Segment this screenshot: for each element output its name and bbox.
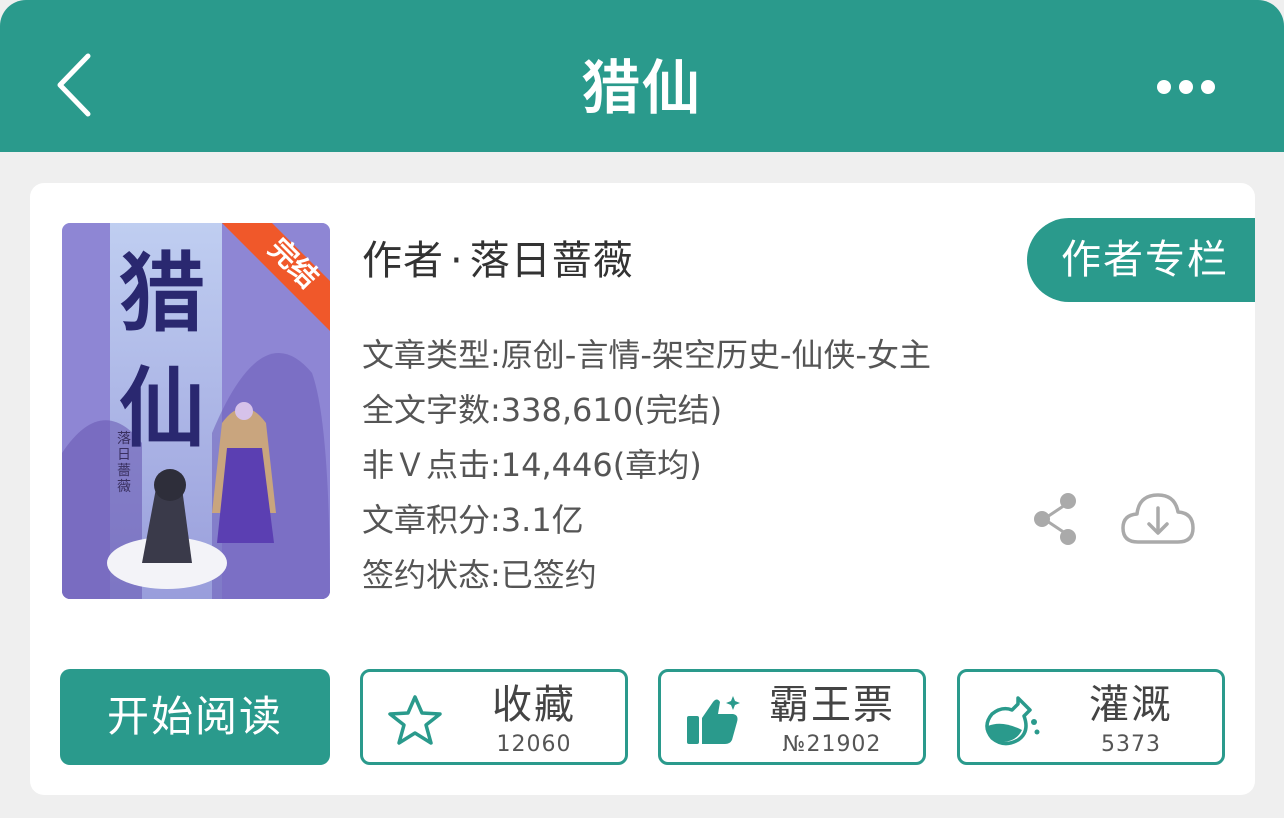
info-clicks: 非Ｖ点击:14,446(章均) [362,446,702,484]
nourish-count: 5373 [1101,732,1161,757]
author-prefix: 作者 [362,238,444,284]
thumbs-up-icon [687,696,740,744]
download-button[interactable] [1120,488,1196,548]
book-cover[interactable]: 猎仙落日薔薇完结 [62,223,330,599]
info-word-count: 全文字数:338,610(完结) [362,391,723,429]
more-dots-icon [1157,80,1215,94]
top-navbar: 猎仙 [0,0,1284,152]
cover-signature-char: 薔 [117,463,131,479]
info-genre: 文章类型:原创-言情-架空历史-仙侠-女主 [362,336,931,374]
favorite-count: 12060 [496,732,572,757]
more-button[interactable] [1152,72,1220,102]
cover-signature-char: 落 [117,431,131,447]
favorite-button[interactable]: 收藏 12060 [360,669,628,765]
favorite-label: 收藏 [492,682,576,728]
author-name[interactable]: 落日蔷薇 [470,238,634,284]
info-score: 文章积分:3.1亿 [362,501,584,539]
tyrant-ticket-button[interactable]: 霸王票 №21902 [658,669,926,765]
nourish-label: 灌溉 [1089,682,1173,728]
start-reading-button[interactable]: 开始阅读 [60,669,330,765]
page-title: 猎仙 [581,54,702,122]
tyrant-ticket-count: №21902 [782,732,882,757]
book-info-list: 文章类型:原创-言情-架空历史-仙侠-女主 全文字数:338,610(完结) 非… [362,328,931,603]
cover-title-char: 猎 [119,243,205,344]
cover-illustration: 猎仙落日薔薇完结 [62,223,330,599]
author-separator: · [450,238,464,284]
tyrant-ticket-label: 霸王票 [769,682,895,728]
star-icon [388,695,442,745]
share-icon [1034,493,1076,545]
book-info-card: 猎仙落日薔薇完结 作者 · 落日蔷薇 作者专栏 文章类型:原创-言情-架空历史-仙侠… [30,183,1255,795]
cover-title-char: 仙 [119,358,205,459]
cover-signature-char: 日 [117,447,131,463]
author-column-button[interactable]: 作者专栏 [1027,218,1255,302]
flask-icon [985,696,1040,746]
info-contract: 签约状态:已签约 [362,556,597,594]
nourish-button[interactable]: 灌溉 5373 [957,669,1225,765]
author-line: 作者 · 落日蔷薇 [362,235,634,287]
cloud-download-icon [1121,493,1195,544]
cover-signature-char: 薇 [117,479,131,495]
share-button[interactable] [1030,491,1082,547]
